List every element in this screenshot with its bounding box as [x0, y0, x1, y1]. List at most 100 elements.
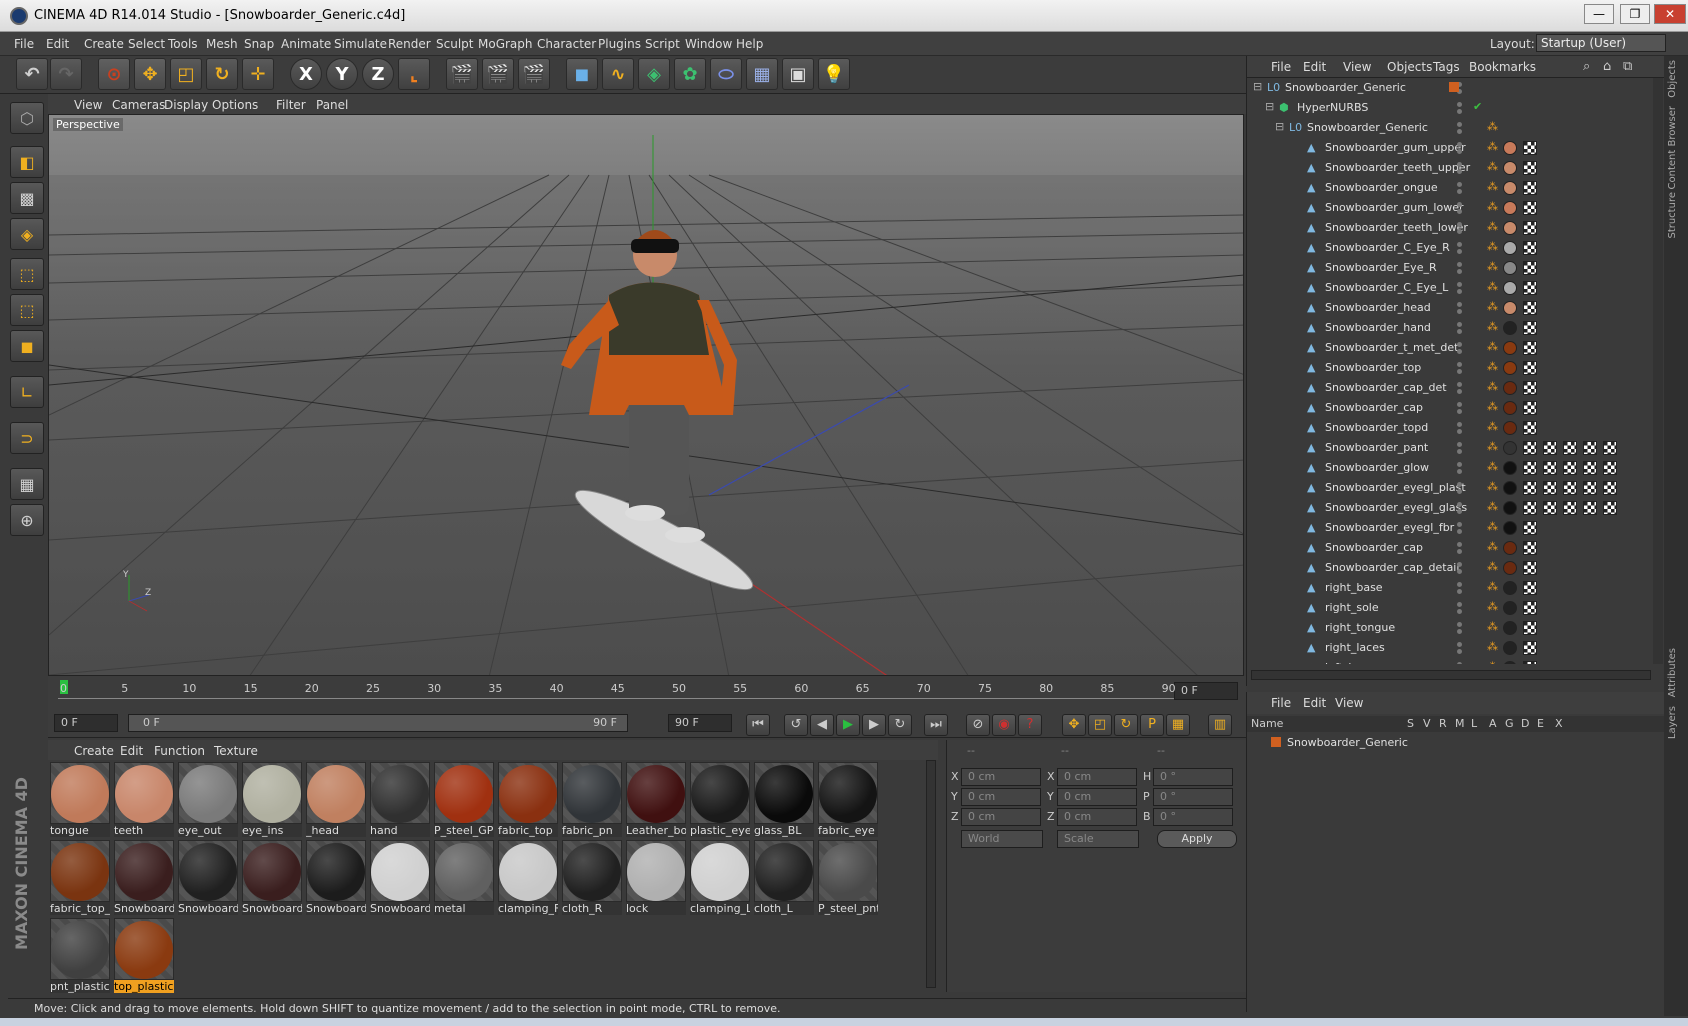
material-swatch[interactable]: pnt_plastic — [50, 918, 110, 994]
menu-help[interactable]: Help — [736, 37, 763, 51]
layer-col-g[interactable]: G — [1505, 717, 1514, 730]
layer-col-d[interactable]: D — [1521, 717, 1529, 730]
size-z-field[interactable]: 0 cm — [1057, 808, 1137, 826]
menu-script[interactable]: Script — [645, 37, 680, 51]
uvw-tag-icon[interactable] — [1523, 201, 1537, 215]
model-mode-icon[interactable]: ◧ — [10, 146, 44, 178]
visibility-editor-dot[interactable] — [1457, 662, 1462, 664]
material-tag-icon[interactable] — [1503, 201, 1517, 215]
visibility-render-dot[interactable] — [1457, 589, 1462, 594]
tab-structure[interactable]: Structure — [1667, 192, 1678, 239]
objects-menu-file[interactable]: File — [1271, 60, 1291, 74]
material-swatch[interactable]: P_steel_GP — [434, 762, 494, 838]
phong-tag-icon[interactable]: ⁂ — [1487, 140, 1498, 153]
size-mode-select[interactable]: Scale — [1057, 830, 1139, 848]
layer-col-a[interactable]: A — [1489, 717, 1497, 730]
layer-col-l[interactable]: L — [1471, 717, 1477, 730]
uvw-tag-icon[interactable] — [1563, 481, 1577, 495]
material-tag-icon[interactable] — [1503, 661, 1517, 664]
material-swatch[interactable]: Snowboard — [306, 840, 366, 916]
object-row[interactable]: ▲ right_laces ⁂ — [1247, 638, 1653, 658]
material-tag-icon[interactable] — [1503, 221, 1517, 235]
uvw-tag-icon[interactable] — [1523, 541, 1537, 555]
coordinate-space-select[interactable]: World — [961, 830, 1043, 848]
object-row[interactable]: ▲ Snowboarder_cap ⁂ — [1247, 538, 1653, 558]
x-axis-lock-button[interactable]: X — [290, 58, 322, 90]
menu-sculpt[interactable]: Sculpt — [436, 37, 473, 51]
material-scrollbar[interactable] — [926, 760, 936, 988]
material-swatch[interactable]: Snowboard — [114, 840, 174, 916]
material-swatch[interactable]: fabric_top — [498, 762, 558, 838]
expand-toggle-icon[interactable]: ⊟ — [1275, 120, 1284, 133]
object-row[interactable]: ▲ Snowboarder_cap ⁂ — [1247, 398, 1653, 418]
uvw-tag-icon[interactable] — [1523, 181, 1537, 195]
uvw-tag-icon[interactable] — [1523, 441, 1537, 455]
material-tag-icon[interactable] — [1503, 601, 1517, 615]
material-tag-icon[interactable] — [1503, 621, 1517, 635]
previous-key-icon[interactable]: ↺ — [784, 714, 808, 736]
object-row[interactable]: ⊟ L0 Snowboarder_Generic — [1247, 78, 1653, 98]
visibility-render-dot[interactable] — [1457, 269, 1462, 274]
tab-objects[interactable]: Objects — [1667, 60, 1678, 98]
object-row[interactable]: ▲ Snowboarder_eyegl_plast ⁂ — [1247, 478, 1653, 498]
layers-menu-view[interactable]: View — [1335, 696, 1363, 710]
layer-col-v[interactable]: V — [1423, 717, 1431, 730]
visibility-render-dot[interactable] — [1457, 489, 1462, 494]
material-swatch[interactable]: eye_out — [178, 762, 238, 838]
material-tag-icon[interactable] — [1503, 141, 1517, 155]
material-menu-create[interactable]: Create — [74, 744, 114, 758]
phong-tag-icon[interactable]: ⁂ — [1487, 580, 1498, 593]
previous-frame-icon[interactable]: ◀ — [810, 714, 834, 736]
workplane-mode-icon[interactable]: ◈ — [10, 218, 44, 250]
pos-x-field[interactable]: 0 cm — [961, 768, 1041, 786]
phong-tag-icon[interactable]: ⁂ — [1487, 200, 1498, 213]
nurbs-generator-icon[interactable]: ◈ — [638, 58, 670, 90]
object-row[interactable]: ▲ Snowboarder_gum_upper ⁂ — [1247, 138, 1653, 158]
visibility-editor-dot[interactable] — [1457, 462, 1462, 467]
size-x-field[interactable]: 0 cm — [1057, 768, 1137, 786]
object-scrollbar[interactable] — [1653, 78, 1663, 664]
object-row[interactable]: ▲ Snowboarder_topd ⁂ — [1247, 418, 1653, 438]
end-frame-field[interactable]: 90 F — [668, 714, 732, 732]
pos-z-field[interactable]: 0 cm — [961, 808, 1041, 826]
visibility-editor-dot[interactable] — [1457, 122, 1462, 127]
phong-tag-icon[interactable]: ⁂ — [1487, 220, 1498, 233]
object-row[interactable]: ▲ Snowboarder_hand ⁂ — [1247, 318, 1653, 338]
points-mode-icon[interactable]: ⬚ — [10, 258, 44, 290]
uvw-tag-icon[interactable] — [1523, 281, 1537, 295]
new-window-icon[interactable]: ⧉ — [1623, 59, 1632, 74]
object-row[interactable]: ▲ right_sole ⁂ — [1247, 598, 1653, 618]
axis-mode-icon[interactable]: ∟ — [10, 376, 44, 408]
visibility-editor-dot[interactable] — [1457, 382, 1462, 387]
visibility-render-dot[interactable] — [1457, 229, 1462, 234]
uvw-tag-icon[interactable] — [1583, 461, 1597, 475]
menu-file[interactable]: File — [14, 37, 34, 51]
uvw-tag-icon[interactable] — [1543, 501, 1557, 515]
menu-create[interactable]: Create — [84, 37, 124, 51]
material-swatch[interactable]: Snowboard — [178, 840, 238, 916]
phong-tag-icon[interactable]: ⁂ — [1487, 320, 1498, 333]
close-button[interactable]: ✕ — [1654, 4, 1686, 24]
goto-end-icon[interactable]: ⏭ — [924, 714, 948, 736]
tab-layers[interactable]: Layers — [1667, 706, 1678, 739]
phong-tag-icon[interactable]: ⁂ — [1487, 540, 1498, 553]
uvw-tag-icon[interactable] — [1523, 301, 1537, 315]
layers-menu-file[interactable]: File — [1271, 696, 1291, 710]
phong-tag-icon[interactable]: ⁂ — [1487, 380, 1498, 393]
object-row[interactable]: ▲ Snowboarder_teeth_upper ⁂ — [1247, 158, 1653, 178]
visibility-editor-dot[interactable] — [1457, 102, 1462, 107]
material-menu-function[interactable]: Function — [154, 744, 205, 758]
object-row[interactable]: ▲ Snowboarder_Eye_R ⁂ — [1247, 258, 1653, 278]
uvw-tag-icon[interactable] — [1523, 401, 1537, 415]
object-row[interactable]: ▲ Snowboarder_eyegl_glass ⁂ — [1247, 498, 1653, 518]
material-swatch[interactable]: clamping_L — [690, 840, 750, 916]
uvw-tag-icon[interactable] — [1523, 561, 1537, 575]
make-editable-icon[interactable]: ⬡ — [10, 102, 44, 134]
material-tag-icon[interactable] — [1503, 461, 1517, 475]
phong-tag-icon[interactable]: ⁂ — [1487, 160, 1498, 173]
viewport-menu-filter[interactable]: Filter — [276, 98, 306, 112]
material-tag-icon[interactable] — [1503, 521, 1517, 535]
material-tag-icon[interactable] — [1503, 241, 1517, 255]
material-menu-texture[interactable]: Texture — [214, 744, 258, 758]
material-swatch[interactable]: cloth_R — [562, 840, 622, 916]
